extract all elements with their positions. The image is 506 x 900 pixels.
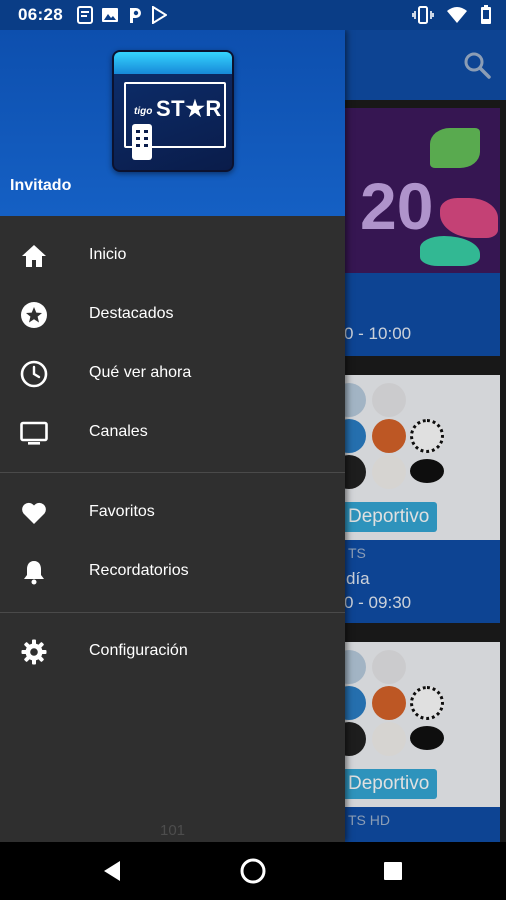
menu-item-que-ver-ahora[interactable]: Qué ver ahora [0, 345, 345, 403]
wifi-icon [447, 7, 467, 23]
star-circle-icon [21, 302, 47, 328]
home-icon [22, 245, 46, 267]
status-bar: 06:28 [0, 0, 506, 30]
home-circle-icon[interactable] [238, 856, 268, 886]
menu-item-configuracion[interactable]: Configuración [0, 623, 345, 681]
p-icon [129, 8, 141, 23]
remote-icon [132, 124, 152, 160]
menu-divider [0, 612, 345, 613]
menu-item-label: Inicio [89, 246, 127, 263]
system-nav-bar [0, 842, 506, 900]
user-label: Invitado [10, 177, 72, 194]
recents-icon[interactable] [378, 856, 408, 886]
menu-item-inicio[interactable]: Inicio [0, 227, 345, 285]
message-icon [76, 6, 93, 24]
menu-item-label: Destacados [89, 305, 174, 322]
play-store-icon [151, 6, 167, 24]
menu-item-label: Canales [89, 423, 148, 440]
logo-brand-small: tigo [134, 106, 153, 117]
menu-item-canales[interactable]: Canales [0, 404, 345, 462]
drawer-header: tigo ST★R Invitado [0, 30, 345, 216]
navigation-drawer: tigo ST★R Invitado Inicio Destacados Qué… [0, 30, 345, 842]
back-icon[interactable] [98, 856, 128, 886]
screen: 06:28 20 0 - 10:00 Deportivo TS día 0 - … [0, 0, 506, 900]
image-icon [101, 8, 118, 22]
logo-band [114, 52, 232, 74]
battery-icon [481, 5, 491, 24]
menu-item-label: Configuración [89, 642, 188, 659]
menu-item-favoritos[interactable]: Favoritos [0, 484, 345, 542]
menu-item-label: Qué ver ahora [89, 364, 192, 381]
menu-item-destacados[interactable]: Destacados [0, 286, 345, 344]
app-logo: tigo ST★R [112, 50, 234, 172]
menu-item-label: Recordatorios [89, 562, 189, 579]
app-version: 101 [159, 822, 186, 839]
drawer-scrim[interactable] [345, 30, 506, 842]
clock-icon [20, 360, 48, 388]
status-time: 06:28 [18, 5, 63, 24]
gear-icon [21, 639, 47, 665]
menu-item-recordatorios[interactable]: Recordatorios [0, 543, 345, 601]
menu-item-label: Favoritos [89, 503, 155, 520]
logo-brand-large: ST★R [156, 96, 222, 121]
heart-icon [22, 502, 46, 524]
tv-icon [20, 421, 48, 445]
menu-divider [0, 472, 345, 473]
vibrate-icon [412, 6, 434, 24]
bell-icon [24, 561, 44, 585]
